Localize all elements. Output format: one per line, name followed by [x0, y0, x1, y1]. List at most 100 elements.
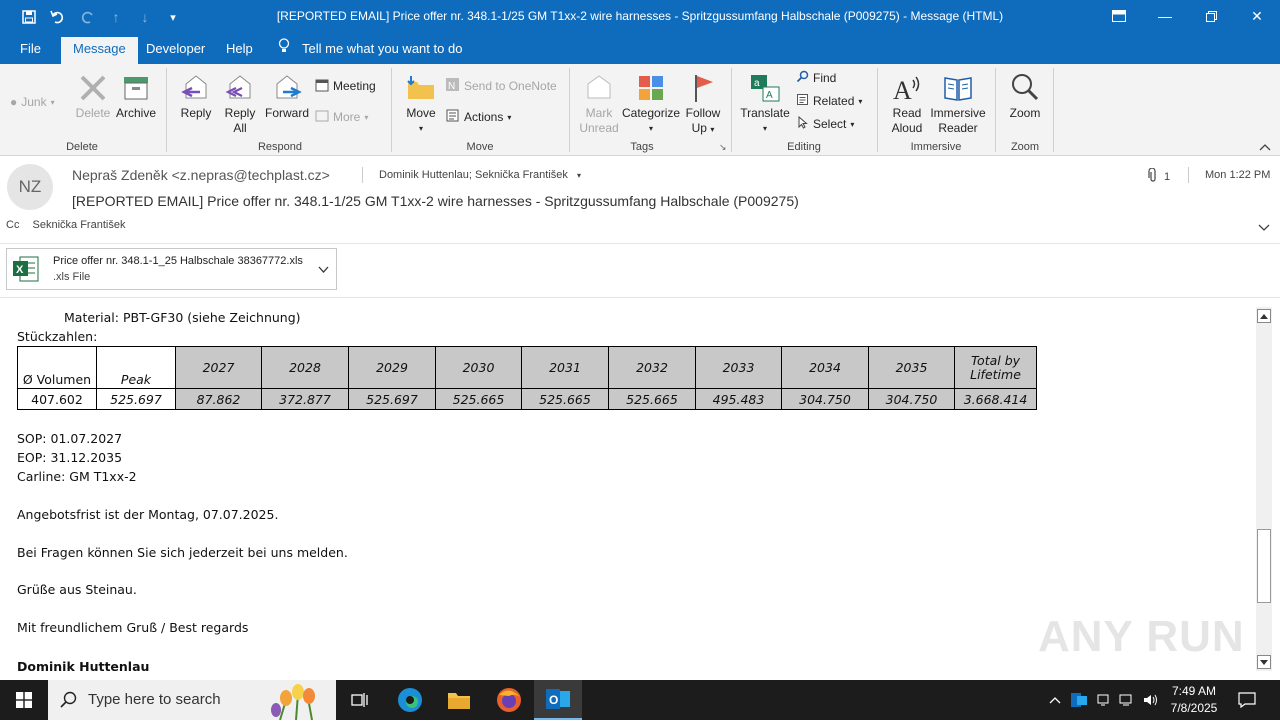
reply-all-icon	[225, 75, 251, 99]
network-icon[interactable]	[1116, 680, 1138, 720]
attachment-type: .xls File	[53, 271, 91, 283]
actions-button[interactable]: Actions ▾	[445, 107, 511, 127]
attachment-indicator: 1	[1148, 167, 1170, 186]
firefox-icon[interactable]	[485, 680, 533, 720]
table-header-cell: 2035	[868, 346, 955, 389]
respond-group-label: Respond	[257, 141, 303, 153]
search-placeholder: Type here to search	[88, 691, 221, 708]
search-icon	[60, 691, 77, 712]
chevron-down-icon: ▾	[50, 97, 55, 107]
collapse-ribbon-icon[interactable]	[1259, 140, 1271, 154]
archive-button[interactable]: Archive	[114, 72, 158, 121]
windows-start-icon[interactable]	[0, 680, 48, 720]
follow-up-button[interactable]: Follow Up ▾	[683, 72, 723, 137]
reply-button[interactable]: Reply	[176, 72, 216, 121]
cursor-icon	[796, 115, 809, 132]
categorize-button[interactable]: Categorize ▾	[622, 72, 680, 136]
svg-text:O: O	[549, 693, 558, 707]
more-respond-button[interactable]: More ▾	[315, 107, 368, 127]
notifications-icon[interactable]	[1234, 680, 1260, 720]
move-button[interactable]: Move ▾	[401, 72, 441, 136]
tab-file[interactable]: File	[8, 37, 53, 64]
excel-file-icon: X	[12, 255, 40, 286]
translate-button[interactable]: aA Translate ▾	[740, 72, 790, 136]
tab-message[interactable]: Message	[61, 37, 138, 64]
table-cell: 525.665	[521, 388, 609, 410]
junk-icon: ●	[10, 95, 18, 109]
group-separator	[877, 68, 878, 152]
tab-help[interactable]: Help	[214, 37, 265, 64]
chevron-down-icon: ▾	[418, 124, 423, 133]
chevron-down-icon: ▾	[858, 96, 863, 106]
expand-header-icon[interactable]	[1258, 221, 1270, 235]
attachment-bar: X Price offer nr. 348.1-1_25 Halbschale …	[0, 243, 1280, 298]
zoom-button[interactable]: Zoom	[1003, 72, 1047, 121]
table-cell: 87.862	[175, 388, 262, 410]
table-header-cell: 2032	[608, 346, 696, 389]
read-aloud-button[interactable]: A Read Aloud	[887, 72, 927, 136]
sender[interactable]: Nepraš Zdeněk <z.nepras@techplast.cz>	[72, 167, 330, 183]
dialog-launcher-icon[interactable]: ↘	[719, 142, 727, 153]
table-header-row: Ø Volumen Peak 2027 2028 2029 2030 2031 …	[17, 346, 1037, 389]
attachment-item[interactable]: X Price offer nr. 348.1-1_25 Halbschale …	[6, 248, 337, 290]
vertical-scrollbar[interactable]	[1256, 307, 1272, 671]
related-icon	[796, 93, 809, 109]
taskbar-search-input[interactable]: Type here to search	[48, 680, 336, 721]
ribbon: ● Junk ▾ Delete Archive Delete Reply Repl…	[0, 64, 1280, 156]
related-button[interactable]: Related ▾	[796, 91, 862, 111]
ribbon-display-options-icon[interactable]	[1096, 0, 1142, 32]
mark-unread-icon	[587, 75, 611, 99]
tell-me-search[interactable]: Tell me what you want to do	[278, 37, 462, 64]
questions-line: Bei Fragen können Sie sich jederzeit bei…	[17, 545, 348, 560]
table-header-cell: 2029	[348, 346, 436, 389]
table-cell: 525.697	[96, 388, 176, 410]
find-button[interactable]: Find	[796, 68, 836, 88]
task-view-icon[interactable]	[336, 680, 384, 720]
outlook-taskbar-icon[interactable]: O	[534, 680, 582, 720]
minimize-icon[interactable]: —	[1142, 0, 1188, 32]
edge-browser-icon[interactable]	[386, 680, 434, 720]
immersive-reader-button[interactable]: Immersive Reader	[929, 72, 987, 136]
junk-button[interactable]: ● Junk ▾	[10, 92, 55, 112]
meeting-button[interactable]: Meeting	[315, 76, 376, 96]
delete-button[interactable]: Delete	[74, 72, 112, 121]
lightbulb-icon	[278, 37, 292, 61]
outlook-tray-icon[interactable]	[1068, 680, 1090, 720]
tab-developer[interactable]: Developer	[134, 37, 217, 64]
recipients[interactable]: Dominik Huttenlau; Seknička František ▾	[379, 169, 581, 181]
svg-text:X: X	[16, 264, 24, 276]
close-icon[interactable]: ✕	[1234, 0, 1280, 32]
volume-icon[interactable]	[1140, 680, 1162, 720]
divider	[362, 167, 363, 183]
scroll-down-icon[interactable]	[1257, 655, 1271, 669]
more-icon	[315, 109, 329, 126]
send-to-onenote-button[interactable]: N Send to OneNote	[445, 76, 557, 96]
scroll-thumb[interactable]	[1257, 529, 1271, 603]
cc-recipient[interactable]: Seknička František	[33, 219, 126, 231]
maximize-icon[interactable]	[1188, 0, 1234, 32]
table-header-cell: Total by Lifetime	[954, 346, 1037, 389]
select-button[interactable]: Select ▾	[796, 114, 854, 134]
reply-all-button[interactable]: Reply All	[220, 72, 260, 136]
chevron-down-icon[interactable]	[318, 263, 329, 277]
taskbar-clock[interactable]: 7:49 AM 7/8/2025	[1160, 683, 1228, 717]
editing-group-label: Editing	[787, 141, 821, 153]
mark-unread-button[interactable]: Mark Unread	[579, 72, 619, 136]
zoom-group-label: Zoom	[1010, 141, 1040, 153]
file-explorer-icon[interactable]	[435, 680, 483, 720]
sop-line: SOP: 01.07.2027	[17, 431, 123, 446]
scroll-up-icon[interactable]	[1257, 309, 1271, 323]
show-hidden-icons-icon[interactable]	[1045, 680, 1065, 720]
reply-icon	[181, 75, 207, 99]
table-header-cell: Ø Volumen	[17, 346, 97, 389]
table-cell: 3.668.414	[954, 388, 1037, 410]
avatar[interactable]: NZ	[7, 164, 53, 210]
chevron-down-icon: ▾	[850, 119, 855, 129]
device-tray-icon[interactable]	[1092, 680, 1114, 720]
table-header-cell: 2033	[695, 346, 782, 389]
regards-line: Mit freundlichem Gruß / Best regards	[17, 620, 249, 635]
carline-line: Carline: GM T1xx-2	[17, 469, 137, 484]
forward-button[interactable]: Forward	[264, 72, 310, 121]
table-header-cell: 2027	[175, 346, 262, 389]
material-line: Material: PBT-GF30 (siehe Zeichnung)	[64, 310, 301, 325]
